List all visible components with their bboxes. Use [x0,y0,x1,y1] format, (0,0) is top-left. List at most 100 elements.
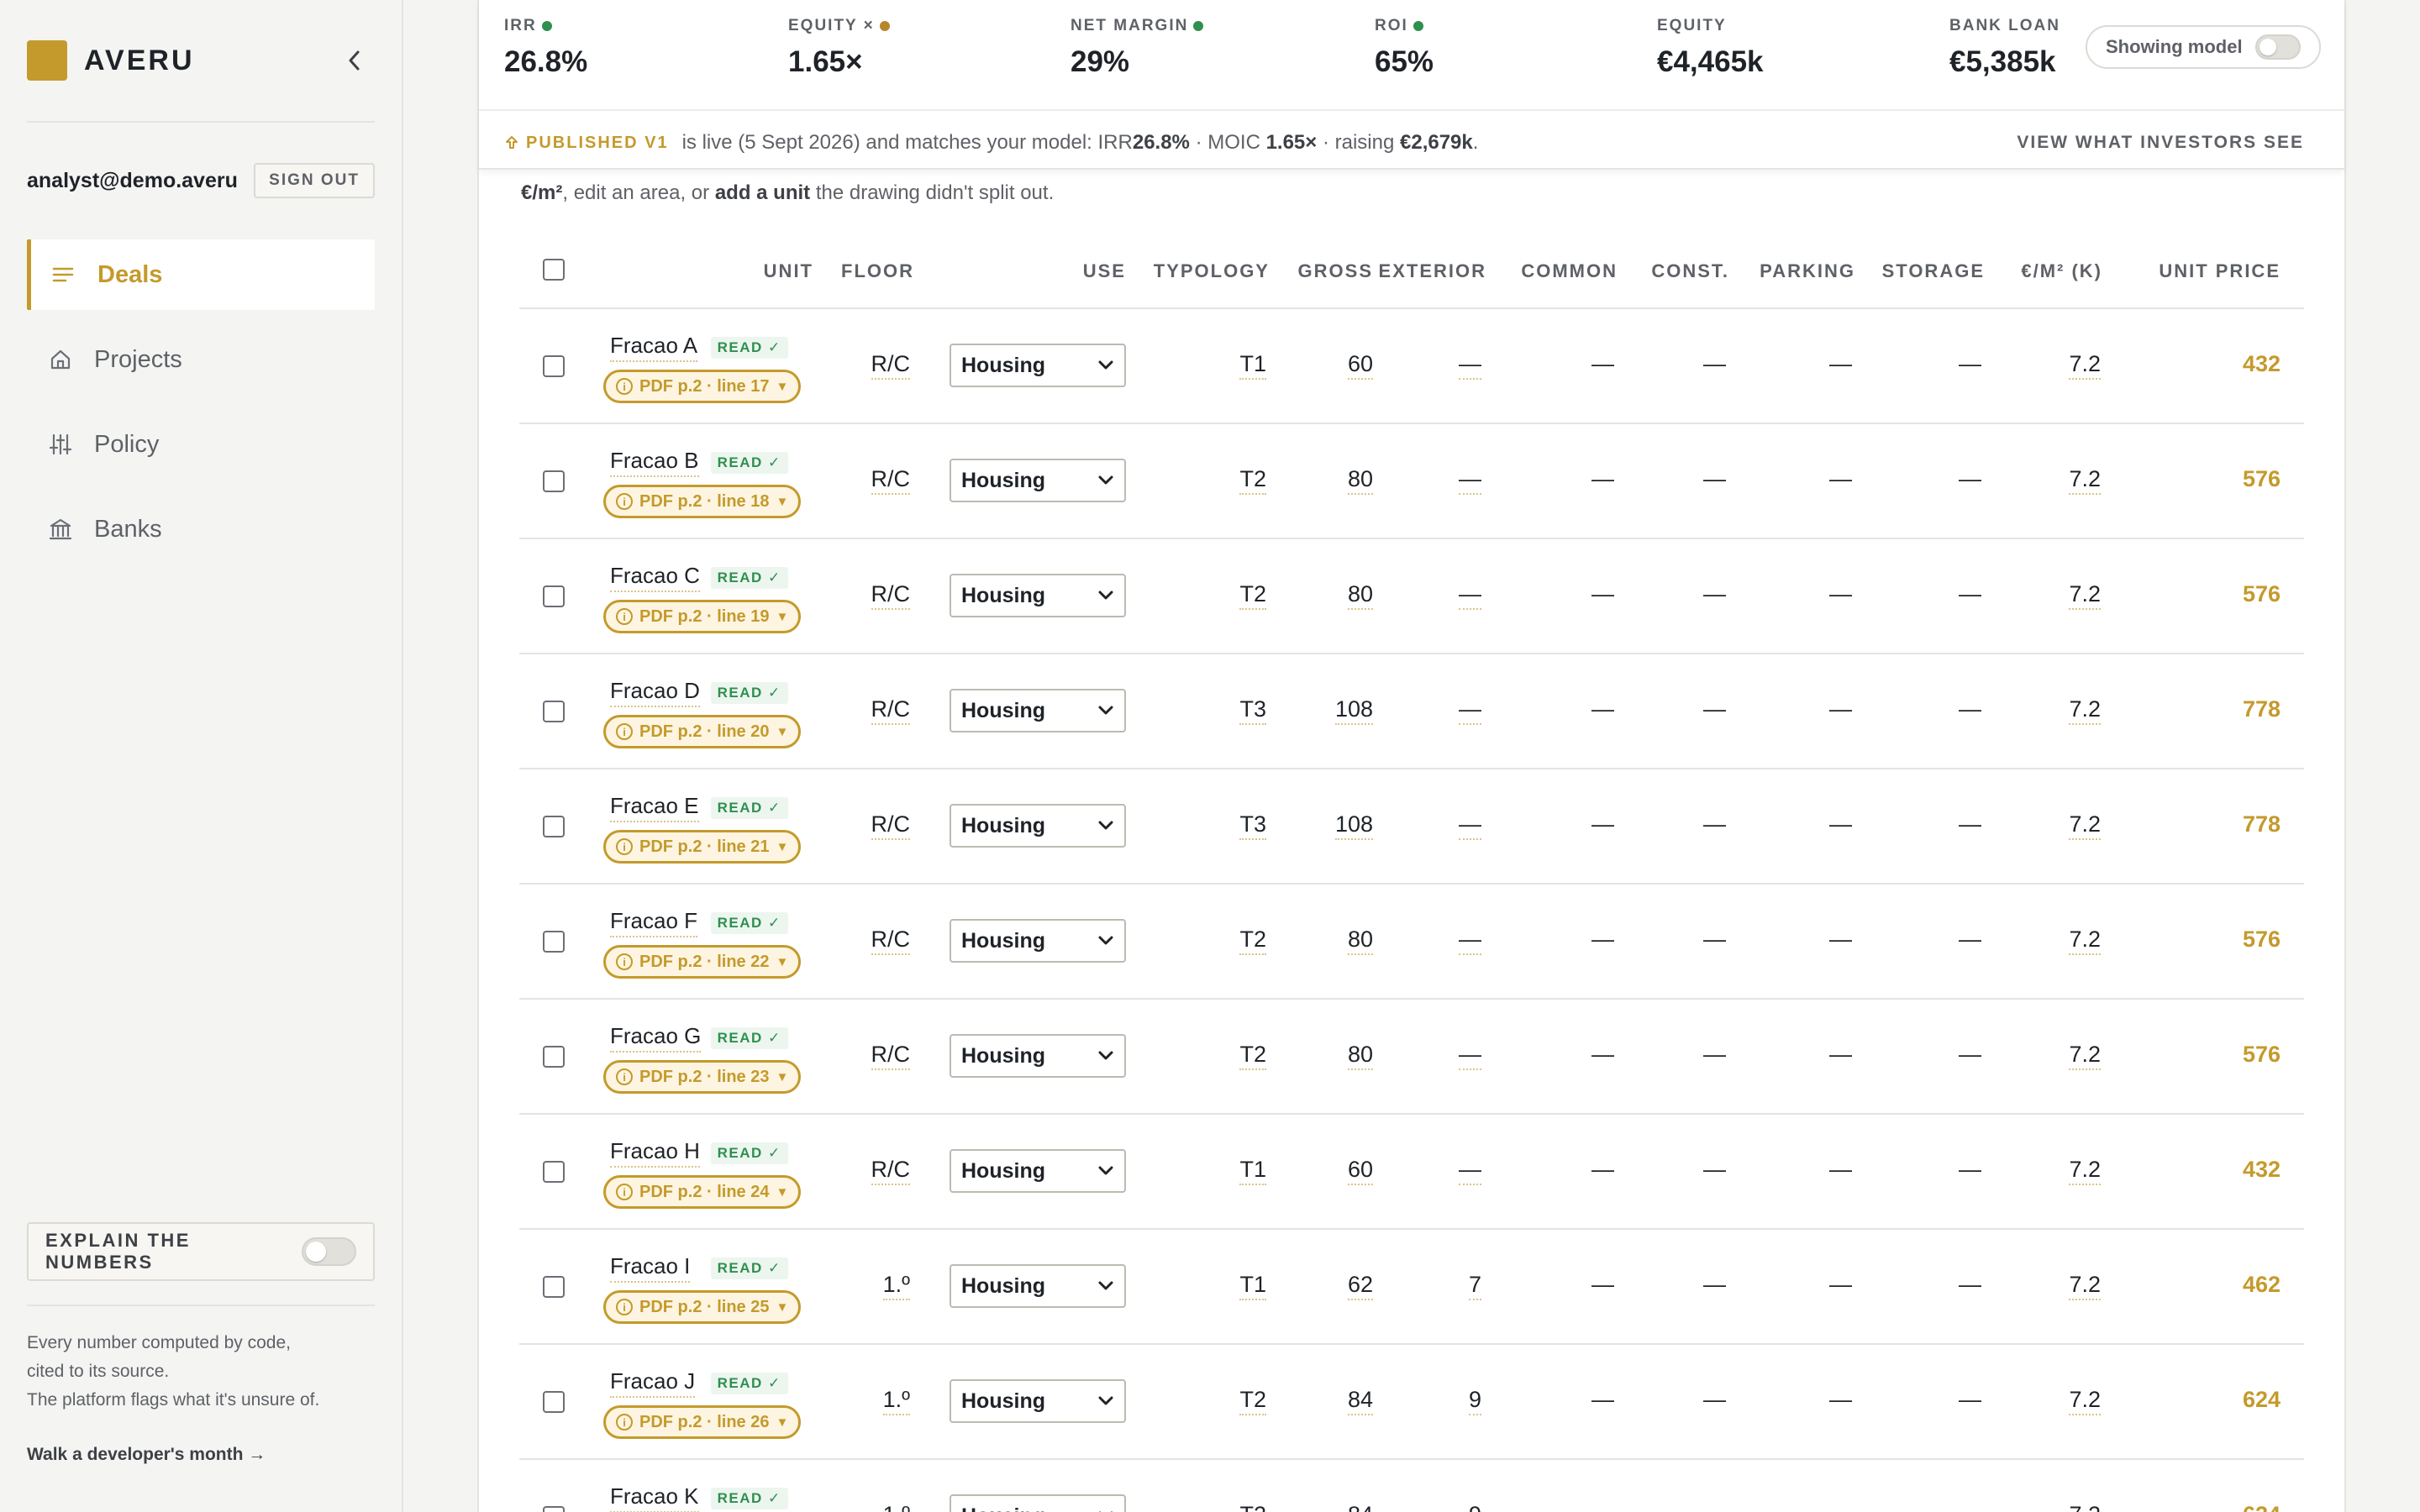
cell-typ[interactable]: T2 [1239,1502,1266,1512]
cell-gross[interactable]: 108 [1334,811,1373,840]
cell-floor[interactable]: R/C [871,351,910,380]
cell-typ[interactable]: T1 [1239,1272,1266,1300]
cell-floor[interactable]: R/C [871,1042,910,1070]
unit-name[interactable]: Fracao C [610,563,700,592]
row-checkbox[interactable] [543,585,565,607]
cell-floor[interactable]: R/C [871,927,910,955]
use-select[interactable]: Housing [950,1494,1126,1512]
pdf-source-pill[interactable]: i PDF p.2 · line 20 ▼ [603,715,802,748]
cell-floor[interactable]: R/C [871,466,910,495]
cell-floor[interactable]: R/C [871,1157,910,1185]
unit-name[interactable]: Fracao B [610,448,699,477]
cell-floor[interactable]: R/C [871,581,910,610]
cell-eur[interactable]: 7.2 [2069,1502,2101,1512]
cell-eur[interactable]: 7.2 [2069,696,2101,725]
row-checkbox[interactable] [543,1506,565,1512]
nav-item-projects[interactable]: Projects [27,324,375,395]
model-toggle-switch[interactable] [2255,34,2301,60]
unit-name[interactable]: Fracao A [610,333,698,362]
cell-typ[interactable]: T2 [1239,581,1266,610]
row-checkbox[interactable] [543,1276,565,1298]
explain-numbers-toggle[interactable] [302,1237,356,1266]
use-select[interactable]: Housing [950,344,1126,387]
use-select[interactable]: Housing [950,1149,1126,1193]
row-checkbox[interactable] [543,701,565,722]
cell-ext[interactable]: — [1459,466,1481,495]
cell-ext[interactable]: 9 [1468,1502,1481,1512]
cell-floor[interactable]: R/C [871,811,910,840]
unit-name[interactable]: Fracao G [610,1023,702,1053]
collapse-sidebar-button[interactable] [336,44,373,77]
cell-gross[interactable]: 80 [1347,927,1373,955]
row-checkbox[interactable] [543,355,565,377]
unit-name[interactable]: Fracao K [610,1483,699,1512]
use-select[interactable]: Housing [950,1034,1126,1078]
cell-gross[interactable]: 84 [1347,1387,1373,1415]
cell-typ[interactable]: T3 [1239,696,1266,725]
cell-gross[interactable]: 84 [1347,1502,1373,1512]
unit-name[interactable]: Fracao I [610,1253,691,1283]
cell-typ[interactable]: T1 [1239,1157,1266,1185]
use-select[interactable]: Housing [950,459,1126,502]
cell-gross[interactable]: 62 [1347,1272,1373,1300]
cell-ext[interactable]: 7 [1468,1272,1481,1300]
cell-ext[interactable]: — [1459,1157,1481,1185]
cell-typ[interactable]: T2 [1239,1387,1266,1415]
pdf-source-pill[interactable]: i PDF p.2 · line 26 ▼ [603,1405,802,1439]
cell-ext[interactable]: — [1459,581,1481,610]
cell-eur[interactable]: 7.2 [2069,1042,2101,1070]
row-checkbox[interactable] [543,1391,565,1413]
select-all-checkbox[interactable] [543,259,565,281]
pdf-source-pill[interactable]: i PDF p.2 · line 22 ▼ [603,945,802,979]
row-checkbox[interactable] [543,1161,565,1183]
cell-ext[interactable]: — [1459,351,1481,380]
cell-typ[interactable]: T2 [1239,1042,1266,1070]
cell-eur[interactable]: 7.2 [2069,927,2101,955]
use-select[interactable]: Housing [950,574,1126,617]
showing-model-toggle[interactable]: Showing model [2086,25,2321,69]
cell-eur[interactable]: 7.2 [2069,1387,2101,1415]
cell-typ[interactable]: T1 [1239,351,1266,380]
cell-eur[interactable]: 7.2 [2069,1272,2101,1300]
cell-ext[interactable]: — [1459,811,1481,840]
cell-ext[interactable]: — [1459,1042,1481,1070]
cell-floor[interactable]: 1.º [882,1502,910,1512]
cell-gross[interactable]: 108 [1334,696,1373,725]
unit-name[interactable]: Fracao E [610,793,699,822]
cell-gross[interactable]: 80 [1347,1042,1373,1070]
cell-gross[interactable]: 80 [1347,466,1373,495]
row-checkbox[interactable] [543,816,565,837]
use-select[interactable]: Housing [950,919,1126,963]
cell-gross[interactable]: 60 [1347,1157,1373,1185]
use-select[interactable]: Housing [950,1379,1126,1423]
cell-gross[interactable]: 60 [1347,351,1373,380]
cell-eur[interactable]: 7.2 [2069,811,2101,840]
cell-eur[interactable]: 7.2 [2069,351,2101,380]
cell-eur[interactable]: 7.2 [2069,1157,2101,1185]
cell-floor[interactable]: 1.º [882,1387,910,1415]
sign-out-button[interactable]: SIGN OUT [254,163,375,198]
pdf-source-pill[interactable]: i PDF p.2 · line 19 ▼ [603,600,802,633]
nav-item-banks[interactable]: Banks [27,494,375,564]
unit-name[interactable]: Fracao F [610,908,698,937]
cell-typ[interactable]: T2 [1239,927,1266,955]
cell-ext[interactable]: — [1459,696,1481,725]
unit-name[interactable]: Fracao J [610,1368,696,1398]
cell-floor[interactable]: 1.º [882,1272,910,1300]
use-select[interactable]: Housing [950,804,1126,848]
cell-ext[interactable]: — [1459,927,1481,955]
cell-typ[interactable]: T3 [1239,811,1266,840]
row-checkbox[interactable] [543,931,565,953]
pdf-source-pill[interactable]: i PDF p.2 · line 25 ▼ [603,1290,802,1324]
nav-item-deals[interactable]: Deals [27,239,375,310]
cell-eur[interactable]: 7.2 [2069,581,2101,610]
pdf-source-pill[interactable]: i PDF p.2 · line 24 ▼ [603,1175,802,1209]
unit-name[interactable]: Fracao D [610,678,700,707]
brand[interactable]: AVERU [27,40,195,81]
cell-gross[interactable]: 80 [1347,581,1373,610]
pdf-source-pill[interactable]: i PDF p.2 · line 23 ▼ [603,1060,802,1094]
cell-typ[interactable]: T2 [1239,466,1266,495]
pdf-source-pill[interactable]: i PDF p.2 · line 18 ▼ [603,485,802,518]
unit-name[interactable]: Fracao H [610,1138,700,1168]
use-select[interactable]: Housing [950,689,1126,732]
